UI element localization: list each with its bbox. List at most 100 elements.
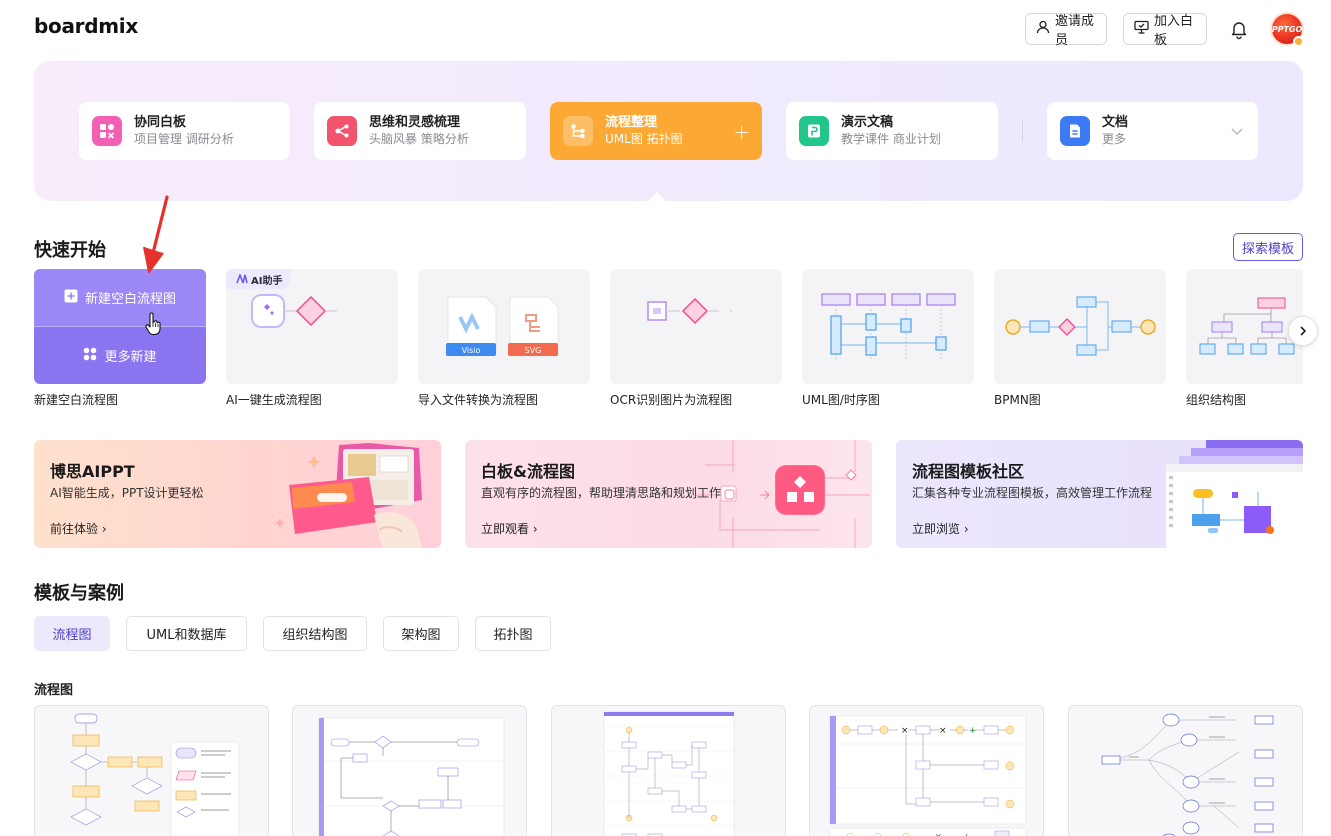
uml-illustration	[821, 293, 956, 360]
card-label: AI一键生成流程图	[226, 393, 322, 407]
tab-uml-database[interactable]: UML和数据库	[126, 616, 247, 651]
new-blank-label: 新建空白流程图	[84, 292, 176, 307]
card-label: UML图/时序图	[802, 393, 880, 407]
org-chart-card[interactable]	[1186, 269, 1303, 384]
card-label: BPMN图	[994, 393, 1041, 407]
tab-flowchart[interactable]: 流程图	[34, 616, 110, 651]
category-subtitle: 项目管理 调研分析	[134, 132, 234, 146]
category-title: 文档	[1102, 115, 1129, 130]
chevron-right-icon: ›	[532, 522, 538, 536]
category-title: 思维和灵感梳理	[369, 115, 461, 130]
plus-icon[interactable]: +	[733, 120, 750, 144]
banner-link-label: 立即浏览	[912, 522, 961, 536]
boardmix-logo[interactable]: boardmix	[34, 14, 138, 38]
banner-link-label: 立即观看	[481, 522, 530, 536]
category-title: 协同白板	[134, 115, 187, 130]
invite-members-label: 邀请成员	[1055, 14, 1095, 48]
plus-square-icon	[64, 289, 78, 307]
avatar-text: PPTGO	[1271, 24, 1303, 34]
category-subtitle: 教学课件 商业计划	[841, 132, 941, 146]
import-file-card[interactable]: Visio SVG	[418, 269, 590, 384]
category-collab-whiteboard[interactable]: 协同白板 项目管理 调研分析	[79, 102, 290, 160]
ai-assistant-badge: AI助手	[226, 269, 291, 289]
category-flowchart[interactable]: 流程整理 UML图 拓扑图 +	[550, 102, 762, 160]
bell-icon[interactable]	[1228, 18, 1250, 40]
tab-org-chart[interactable]: 组织结构图	[263, 616, 367, 651]
ai-logo-icon	[236, 274, 248, 284]
tab-topology[interactable]: 拓扑图	[475, 616, 551, 651]
join-whiteboard-button[interactable]: 加入白板	[1123, 13, 1207, 48]
template-preview	[603, 711, 735, 836]
category-title: 流程整理	[605, 115, 658, 130]
org-chart-illustration	[1199, 297, 1295, 355]
svg-text:×: ×	[901, 726, 909, 736]
templates-title: 模板与案例	[34, 583, 124, 604]
banner-link[interactable]: 立即浏览 ›	[912, 520, 969, 537]
grid-icon	[83, 347, 97, 365]
category-document[interactable]: 文档 更多	[1047, 102, 1258, 160]
new-blank-flowchart-button[interactable]: 新建空白流程图	[34, 269, 206, 327]
banner-title: 白板&流程图	[481, 462, 575, 481]
template-preview: × × + × +	[829, 715, 1027, 836]
scroll-right-button[interactable]	[1288, 316, 1318, 346]
whiteboard-icon	[1134, 20, 1149, 38]
person-icon	[1036, 20, 1050, 38]
svg-tag: SVG	[525, 346, 542, 355]
template-thumbnail[interactable]	[1068, 705, 1303, 836]
invite-members-button[interactable]: 邀请成员	[1025, 13, 1107, 48]
banner-subtitle: 汇集各种专业流程图模板，高效管理工作流程	[912, 486, 1153, 500]
ai-generate-card[interactable]: AI助手	[226, 269, 398, 384]
category-subtitle: 更多	[1102, 132, 1127, 146]
card-label: 导入文件转换为流程图	[418, 393, 539, 407]
tab-architecture[interactable]: 架构图	[383, 616, 459, 651]
chevron-right-icon: ›	[963, 522, 969, 536]
svg-text:×: ×	[935, 832, 942, 836]
hero-divider	[1022, 120, 1023, 142]
presentation-icon	[799, 116, 829, 146]
uml-card[interactable]	[802, 269, 974, 384]
svg-text:+: +	[963, 832, 970, 836]
ocr-card[interactable]	[610, 269, 782, 384]
card-label: OCR识别图片为流程图	[610, 393, 733, 407]
template-thumbnail[interactable]	[292, 705, 527, 836]
svg-text:+: +	[969, 726, 977, 736]
banner-subtitle: 直观有序的流程图，帮助理清思路和规划工作	[481, 486, 722, 500]
card-label: 新建空白流程图	[34, 393, 119, 407]
bpmn-card[interactable]	[994, 269, 1166, 384]
banner-subtitle: AI智能生成，PPT设计更轻松	[50, 486, 204, 500]
card-label: 组织结构图	[1186, 393, 1247, 407]
more-new-button[interactable]: 更多新建	[34, 327, 206, 384]
flowchart-section-title: 流程图	[34, 683, 74, 698]
whiteboard-flowchart-banner[interactable]: 白板&流程图 直观有序的流程图，帮助理清思路和规划工作 立即观看 ›	[465, 440, 872, 548]
ocr-illustration	[647, 297, 732, 325]
visio-tag: Visio	[462, 346, 481, 355]
join-whiteboard-label: 加入白板	[1154, 14, 1194, 48]
template-thumbnail[interactable]: × × + × +	[809, 705, 1044, 836]
chevron-right-icon: ›	[101, 522, 107, 536]
category-mindmap[interactable]: 思维和灵感梳理 头脑风暴 策略分析	[314, 102, 526, 160]
banner-link[interactable]: 立即观看 ›	[481, 520, 538, 537]
import-files-illustration: Visio SVG	[446, 296, 559, 356]
template-preview	[318, 717, 505, 836]
ai-badge-text: AI助手	[251, 275, 283, 287]
template-community-banner[interactable]: 流程图模板社区 汇集各种专业流程图模板，高效管理工作流程 立即浏览 ›	[896, 440, 1303, 548]
banner-title: 流程图模板社区	[912, 462, 1025, 481]
banner-link[interactable]: 前往体验 ›	[50, 520, 107, 537]
template-preview	[70, 713, 240, 836]
chevron-right-icon	[1300, 326, 1307, 336]
quick-start-title: 快速开始	[34, 240, 106, 261]
banner-link-label: 前往体验	[50, 522, 99, 536]
more-new-label: 更多新建	[104, 350, 157, 365]
chevron-down-icon[interactable]	[1230, 123, 1244, 142]
bpmn-illustration	[1005, 296, 1156, 356]
explore-templates-button[interactable]: 探索模板	[1233, 233, 1303, 261]
avatar-badge	[1293, 36, 1304, 47]
category-presentation[interactable]: 演示文稿 教学课件 商业计划	[786, 102, 998, 160]
flowchart-icon	[563, 116, 593, 146]
template-thumbnail[interactable]	[551, 705, 786, 836]
aippt-banner[interactable]: 博思AIPPT AI智能生成，PPT设计更轻松 前往体验 ›	[34, 440, 441, 548]
category-title: 演示文稿	[841, 115, 894, 130]
mindmap-icon	[327, 116, 357, 146]
category-subtitle: 头脑风暴 策略分析	[369, 132, 469, 146]
template-thumbnail[interactable]	[34, 705, 269, 836]
